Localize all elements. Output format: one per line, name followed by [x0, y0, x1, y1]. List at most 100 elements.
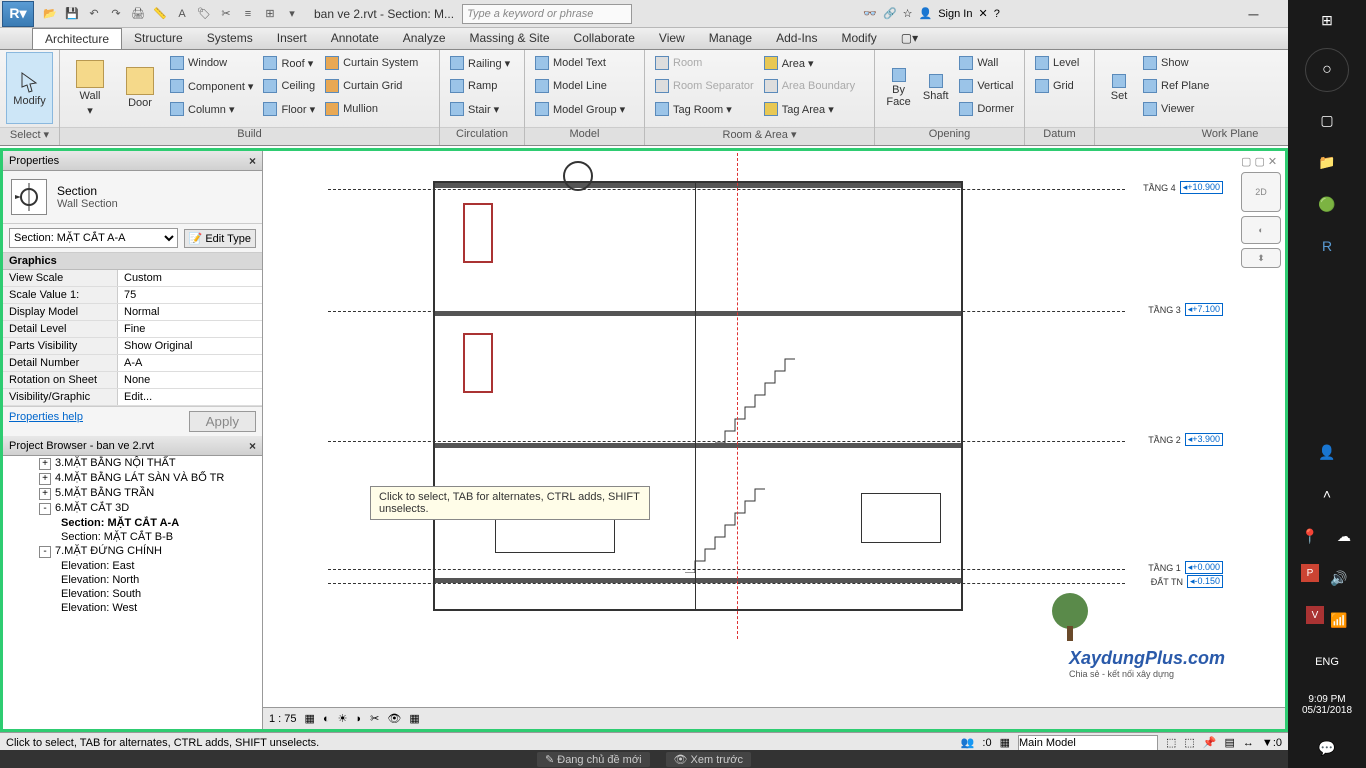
- curtain-grid-button[interactable]: Curtain Grid: [321, 75, 422, 97]
- section-icon[interactable]: ✂: [216, 4, 236, 24]
- view-min-icon[interactable]: ▢ ▢ ✕: [1241, 155, 1281, 168]
- drawing-canvas[interactable]: TẦNG 4◂+10.900TẦNG 3◂+7.100TẦNG 2◂+3.900…: [263, 151, 1285, 729]
- column-button[interactable]: Column ▾: [166, 98, 257, 120]
- ref-plane-button[interactable]: Ref Plane: [1139, 75, 1213, 97]
- property-row[interactable]: Detail LevelFine: [3, 321, 262, 338]
- tab-analyze[interactable]: Analyze: [391, 28, 458, 49]
- tab-architecture[interactable]: Architecture: [32, 28, 122, 49]
- revit-taskbar-icon[interactable]: R: [1313, 232, 1341, 260]
- room-separator-button[interactable]: Room Separator: [651, 75, 758, 97]
- level-button[interactable]: Level: [1031, 52, 1083, 74]
- tab-context[interactable]: ▢▾: [889, 28, 930, 49]
- property-value[interactable]: Edit...: [118, 389, 262, 405]
- area-button[interactable]: Area ▾: [760, 52, 859, 74]
- property-value[interactable]: Fine: [118, 321, 262, 337]
- open-icon[interactable]: 📂: [40, 4, 60, 24]
- mullion-button[interactable]: Mullion: [321, 98, 422, 120]
- railing-button[interactable]: Railing ▾: [446, 52, 514, 74]
- worksets-icon[interactable]: 👥: [961, 736, 975, 749]
- shaft-button[interactable]: Shaft: [918, 52, 953, 124]
- panel-label-select[interactable]: Select ▾: [0, 127, 59, 145]
- model-group-button[interactable]: Model Group ▾: [531, 98, 629, 120]
- tab-addins[interactable]: Add-Ins: [764, 28, 829, 49]
- onedrive-icon[interactable]: ☁: [1330, 522, 1358, 550]
- exchange-icon[interactable]: ✕: [978, 7, 987, 20]
- tab-systems[interactable]: Systems: [195, 28, 265, 49]
- undo-icon[interactable]: ↶: [84, 4, 104, 24]
- switch-windows-icon[interactable]: ▾: [282, 4, 302, 24]
- property-row[interactable]: Detail NumberA-A: [3, 355, 262, 372]
- level-tag[interactable]: TẦNG 3◂+7.100: [1148, 303, 1223, 316]
- windows-start-icon[interactable]: ⊞: [1313, 6, 1341, 34]
- select-pinned-icon[interactable]: 📌: [1203, 736, 1217, 749]
- tree-item[interactable]: Elevation: South: [3, 587, 262, 601]
- level-tag[interactable]: ĐẤT TN◂-0.150: [1151, 575, 1223, 588]
- filter-icon[interactable]: ▼:0: [1262, 737, 1282, 749]
- tab-annotate[interactable]: Annotate: [319, 28, 391, 49]
- star-icon[interactable]: ☆: [903, 7, 913, 20]
- new-topic-button[interactable]: ✎ Đang chủ đề mới: [537, 752, 650, 767]
- shadows-icon[interactable]: ◗: [355, 713, 362, 725]
- detail-level-icon[interactable]: ▦: [305, 712, 315, 725]
- property-row[interactable]: Visibility/GraphicEdit...: [3, 389, 262, 406]
- network-icon[interactable]: 📶: [1330, 606, 1348, 634]
- tab-view[interactable]: View: [647, 28, 697, 49]
- tree-item[interactable]: -6.MẶT CẮT 3D: [3, 501, 262, 516]
- level-tag[interactable]: TẦNG 1◂+0.000: [1148, 561, 1223, 574]
- model-text-button[interactable]: Model Text: [531, 52, 629, 74]
- area-boundary-button[interactable]: Area Boundary: [760, 75, 859, 97]
- tab-collaborate[interactable]: Collaborate: [562, 28, 647, 49]
- reveal-icon[interactable]: ▦: [409, 712, 419, 725]
- set-button[interactable]: Set: [1101, 52, 1137, 124]
- editable-only-icon[interactable]: ▦: [1000, 736, 1010, 749]
- select-links-icon[interactable]: ⬚: [1166, 736, 1176, 749]
- select-face-icon[interactable]: ▤: [1225, 736, 1235, 749]
- property-value[interactable]: Normal: [118, 304, 262, 320]
- component-button[interactable]: Component ▾: [166, 75, 257, 97]
- redo-icon[interactable]: ↷: [106, 4, 126, 24]
- tab-structure[interactable]: Structure: [122, 28, 195, 49]
- model-line-button[interactable]: Model Line: [531, 75, 629, 97]
- measure-icon[interactable]: 📏: [150, 4, 170, 24]
- ramp-button[interactable]: Ramp: [446, 75, 514, 97]
- property-row[interactable]: Scale Value 1:75: [3, 287, 262, 304]
- signin-link[interactable]: Sign In: [938, 8, 972, 20]
- tree-item[interactable]: Section: MẶT CẮT A-A: [3, 516, 262, 530]
- tree-item[interactable]: -7.MẶT ĐỨNG CHÍNH: [3, 544, 262, 559]
- type-selector[interactable]: Section Wall Section: [3, 171, 262, 224]
- thin-lines-icon[interactable]: ≡: [238, 4, 258, 24]
- tree-expand-icon[interactable]: -: [39, 503, 51, 515]
- tab-massing[interactable]: Massing & Site: [458, 28, 562, 49]
- property-row[interactable]: Rotation on SheetNone: [3, 372, 262, 389]
- window-button[interactable]: Window: [166, 52, 257, 74]
- property-value[interactable]: None: [118, 372, 262, 388]
- property-row[interactable]: Parts VisibilityShow Original: [3, 338, 262, 355]
- tree-item[interactable]: +5.MẶT BẰNG TRẦN: [3, 486, 262, 501]
- tree-expand-icon[interactable]: -: [39, 546, 51, 558]
- wall-button[interactable]: Wall▾: [66, 52, 114, 124]
- select-underlay-icon[interactable]: ⬚: [1184, 736, 1194, 749]
- floor-button[interactable]: Floor ▾: [259, 98, 319, 120]
- taskbar-clock[interactable]: 9:09 PM 05/31/2018: [1298, 690, 1356, 720]
- tab-insert[interactable]: Insert: [265, 28, 319, 49]
- browser-header[interactable]: Project Browser - ban ve 2.rvt ×: [3, 436, 262, 456]
- tag-area-button[interactable]: Tag Area ▾: [760, 98, 859, 120]
- save-icon[interactable]: 💾: [62, 4, 82, 24]
- chrome-icon[interactable]: 🟢: [1313, 190, 1341, 218]
- tree-item[interactable]: Elevation: East: [3, 559, 262, 573]
- tree-item[interactable]: +3.MẶT BẰNG NỘI THẤT: [3, 456, 262, 471]
- text-icon[interactable]: A: [172, 4, 192, 24]
- property-value[interactable]: Custom: [118, 270, 262, 286]
- property-row[interactable]: Display ModelNormal: [3, 304, 262, 321]
- property-value[interactable]: 75: [118, 287, 262, 303]
- tree-expand-icon[interactable]: +: [39, 458, 51, 470]
- property-value[interactable]: Show Original: [118, 338, 262, 354]
- show-button[interactable]: Show: [1139, 52, 1213, 74]
- tag-room-button[interactable]: Tag Room ▾: [651, 98, 758, 120]
- help-search-input[interactable]: Type a keyword or phrase: [462, 4, 632, 24]
- task-view-icon[interactable]: ▢: [1313, 106, 1341, 134]
- close-icon[interactable]: ×: [249, 154, 256, 168]
- tree-item[interactable]: Section: MẶT CẮT B-B: [3, 530, 262, 544]
- explorer-icon[interactable]: 📁: [1313, 148, 1341, 176]
- tab-manage[interactable]: Manage: [697, 28, 764, 49]
